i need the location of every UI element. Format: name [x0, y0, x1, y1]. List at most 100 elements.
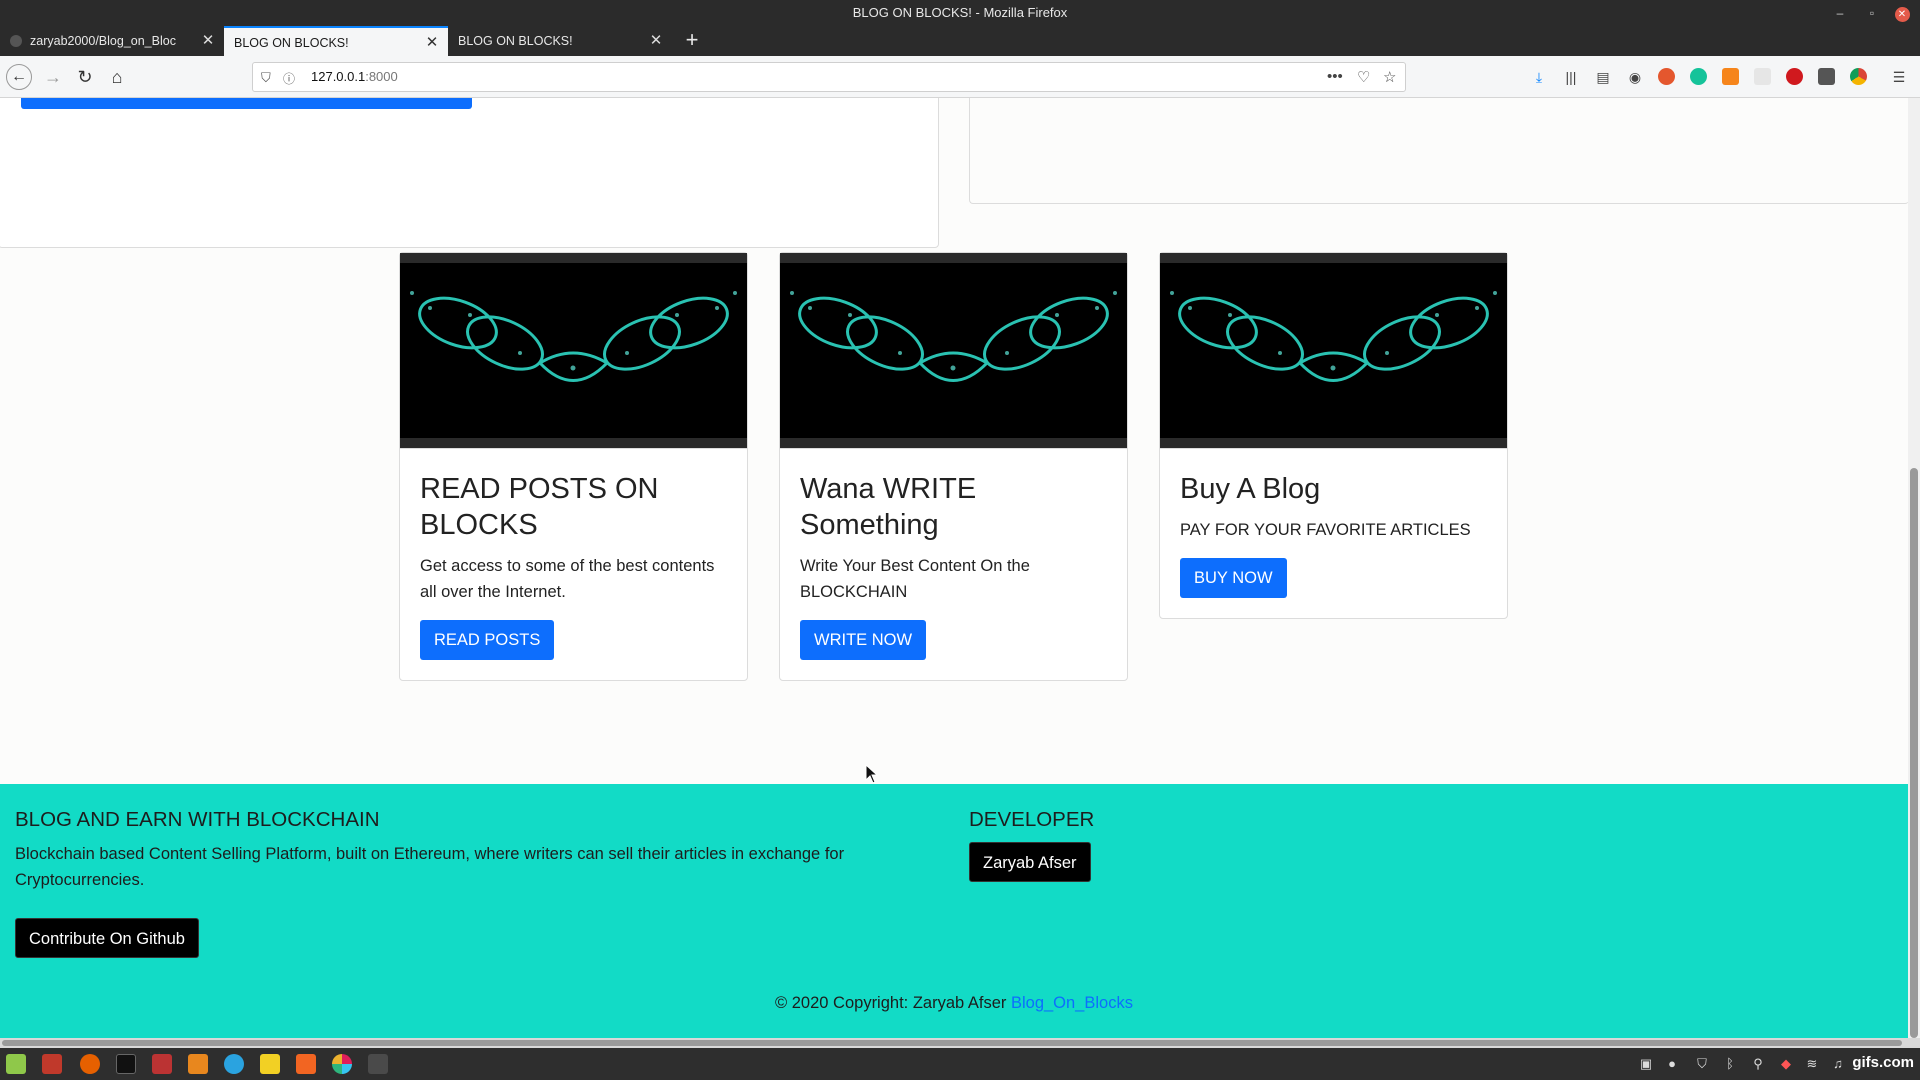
card-image-chain-handshake	[400, 253, 747, 449]
card-buy-blog: Buy A Blog PAY FOR YOUR FAVORITE ARTICLE…	[1159, 252, 1508, 619]
minimize-icon[interactable]: –	[1826, 0, 1854, 26]
extension-chrome-icon[interactable]	[1850, 68, 1867, 85]
home-button[interactable]: ⌂	[104, 64, 130, 90]
shield-icon[interactable]: ⛉	[261, 70, 271, 86]
sublime-text-icon[interactable]	[368, 1054, 388, 1074]
card-text: Get access to some of the best contents …	[420, 557, 715, 601]
tab-github[interactable]: zaryab2000/Blog_on_Bloc ✕	[0, 26, 224, 56]
write-now-button[interactable]: WRITE NOW	[800, 620, 927, 660]
tab-blog-on-blocks-active[interactable]: BLOG ON BLOCKS! ✕	[224, 26, 448, 56]
shield-tray-icon[interactable]: ⛉	[1694, 1056, 1710, 1072]
hscroll-thumb[interactable]	[2, 1040, 1902, 1046]
maximize-icon[interactable]: ▫	[1858, 0, 1886, 26]
card-read-posts: READ POSTS ON BLOCKS Get access to some …	[399, 252, 748, 681]
watermark: gifs.com	[1852, 1054, 1914, 1071]
new-tab-button[interactable]: +	[680, 26, 704, 56]
url-bar[interactable]: ⛉ ⓘ 127.0.0.1:8000 ••• ♡ ☆	[252, 62, 1406, 92]
tab-blog-on-blocks[interactable]: BLOG ON BLOCKS! ✕	[448, 26, 672, 56]
scrollbar-thumb[interactable]	[1910, 468, 1918, 1038]
card-text: PAY FOR YOUR FAVORITE ARTICLES	[1180, 521, 1471, 539]
show-desktop-icon[interactable]	[42, 1054, 62, 1074]
start-menu-icon[interactable]	[6, 1054, 26, 1074]
mouse-cursor-icon	[865, 764, 879, 784]
sublime-icon[interactable]	[296, 1054, 316, 1074]
card-write-now: Wana WRITE Something Write Your Best Con…	[779, 252, 1128, 681]
copyright-text: © 2020 Copyright: Zaryab Afser	[775, 994, 1007, 1012]
bookmark-star-icon[interactable]: ☆	[1383, 68, 1396, 86]
site-footer: BLOG AND EARN WITH BLOCKCHAIN Blockchain…	[0, 784, 1908, 1038]
card-title: READ POSTS ON BLOCKS	[420, 473, 659, 541]
arrow-right-icon: →	[44, 67, 62, 87]
firefox-icon[interactable]	[80, 1054, 100, 1074]
chain-handshake-icon	[790, 291, 1117, 382]
url-host: 127.0.0.1	[311, 69, 366, 84]
slack-icon[interactable]	[332, 1054, 352, 1074]
account-card-right	[969, 98, 1908, 204]
back-button[interactable]: ←	[6, 64, 32, 90]
more-actions-icon[interactable]: •••	[1327, 68, 1343, 85]
reload-button[interactable]: ↻	[72, 64, 98, 90]
extension-grammarly-icon[interactable]	[1690, 68, 1707, 85]
account-icon[interactable]: ◉	[1626, 68, 1644, 86]
extension-blank-icon[interactable]	[1754, 68, 1771, 85]
camera-icon[interactable]: ▣	[1638, 1056, 1654, 1072]
contribute-github-button[interactable]: Contribute On Github	[15, 918, 199, 958]
copyright: © 2020 Copyright: Zaryab Afser Blog_On_B…	[0, 994, 1908, 1013]
anydesk-icon[interactable]: ◆	[1778, 1056, 1794, 1072]
plus-icon: +	[685, 27, 699, 52]
extension-adblock-icon[interactable]	[1786, 68, 1803, 85]
close-icon: ✕	[1894, 7, 1910, 22]
card-image-chain-handshake	[780, 253, 1127, 449]
buy-now-button[interactable]: BUY NOW	[1180, 558, 1287, 598]
library-icon[interactable]: |||	[1562, 68, 1580, 86]
home-icon: ⌂	[111, 67, 123, 87]
account-card: 0x74415bc4c4bf4baecc2dd372426f0a1d016fa9…	[0, 98, 939, 248]
url-text[interactable]: 127.0.0.1:8000	[311, 63, 398, 91]
pocket-icon[interactable]: ♡	[1357, 68, 1370, 86]
forward-button[interactable]: →	[40, 64, 66, 90]
footer-title: BLOG AND EARN WITH BLOCKCHAIN	[15, 808, 380, 831]
page-viewport: 0x74415bc4c4bf4baecc2dd372426f0a1d016fa9…	[0, 98, 1908, 1038]
extension-metamask-icon[interactable]	[1722, 68, 1739, 85]
telegram-icon[interactable]	[224, 1054, 244, 1074]
vertical-scrollbar[interactable]	[1908, 98, 1920, 1038]
developer-title: DEVELOPER	[969, 808, 1095, 831]
footer-description: Blockchain based Content Selling Platfor…	[15, 845, 845, 889]
tab-close-icon[interactable]: ✕	[646, 26, 666, 56]
read-posts-button[interactable]: READ POSTS	[420, 620, 555, 660]
notes-icon[interactable]	[260, 1054, 280, 1074]
copyright-link[interactable]: Blog_On_Blocks	[1011, 994, 1133, 1012]
window-titlebar: BLOG ON BLOCKS! - Mozilla Firefox – ▫ ✕	[0, 0, 1920, 26]
chain-handshake-icon	[1170, 291, 1497, 382]
arrow-left-icon: ←	[11, 68, 27, 85]
sidebar-icon[interactable]: ▤	[1594, 68, 1612, 86]
tab-label: BLOG ON BLOCKS!	[458, 34, 573, 48]
close-window-button[interactable]: ✕	[1888, 0, 1916, 26]
tab-label: BLOG ON BLOCKS!	[234, 36, 349, 50]
sound-icon[interactable]: ♫	[1830, 1056, 1846, 1072]
tab-close-icon[interactable]: ✕	[422, 28, 442, 56]
bluetooth-icon[interactable]: ᛒ	[1722, 1056, 1738, 1072]
chain-handshake-icon	[410, 291, 737, 382]
horizontal-scrollbar[interactable]	[0, 1038, 1920, 1048]
terminal-icon[interactable]	[116, 1054, 136, 1074]
navigation-toolbar: ← → ↻ ⌂ ⛉ ⓘ 127.0.0.1:8000 ••• ♡ ☆ ⤓ |||…	[0, 56, 1920, 98]
downloads-icon[interactable]: ⤓	[1530, 68, 1548, 86]
chrome-tray-icon[interactable]: ●	[1664, 1056, 1680, 1072]
media-player-icon[interactable]	[188, 1054, 208, 1074]
developer-button[interactable]: Zaryab Afser	[969, 842, 1091, 882]
extension-cube-icon[interactable]	[1818, 68, 1835, 85]
tab-close-icon[interactable]: ✕	[198, 26, 218, 56]
extension-duckduckgo-icon[interactable]	[1658, 68, 1675, 85]
tab-bar: zaryab2000/Blog_on_Bloc ✕ BLOG ON BLOCKS…	[0, 26, 1920, 56]
card-text: Write Your Best Content On the BLOCKCHAI…	[800, 557, 1030, 601]
menu-icon[interactable]: ☰	[1890, 68, 1908, 86]
account-address-button[interactable]: 0x74415bc4c4bf4baecc2dd372426f0a1d016fa9…	[21, 98, 472, 109]
wifi-icon[interactable]: ≋	[1804, 1056, 1820, 1072]
os-taskbar: ▣ ● ⛉ ᛒ ⚲ ◆ ≋ ♫ gifs.com	[0, 1048, 1920, 1080]
files-icon[interactable]	[152, 1054, 172, 1074]
tab-label: zaryab2000/Blog_on_Bloc	[30, 34, 176, 48]
location-icon[interactable]: ⚲	[1750, 1056, 1766, 1072]
info-icon[interactable]: ⓘ	[283, 70, 295, 87]
reload-icon: ↻	[77, 67, 93, 87]
